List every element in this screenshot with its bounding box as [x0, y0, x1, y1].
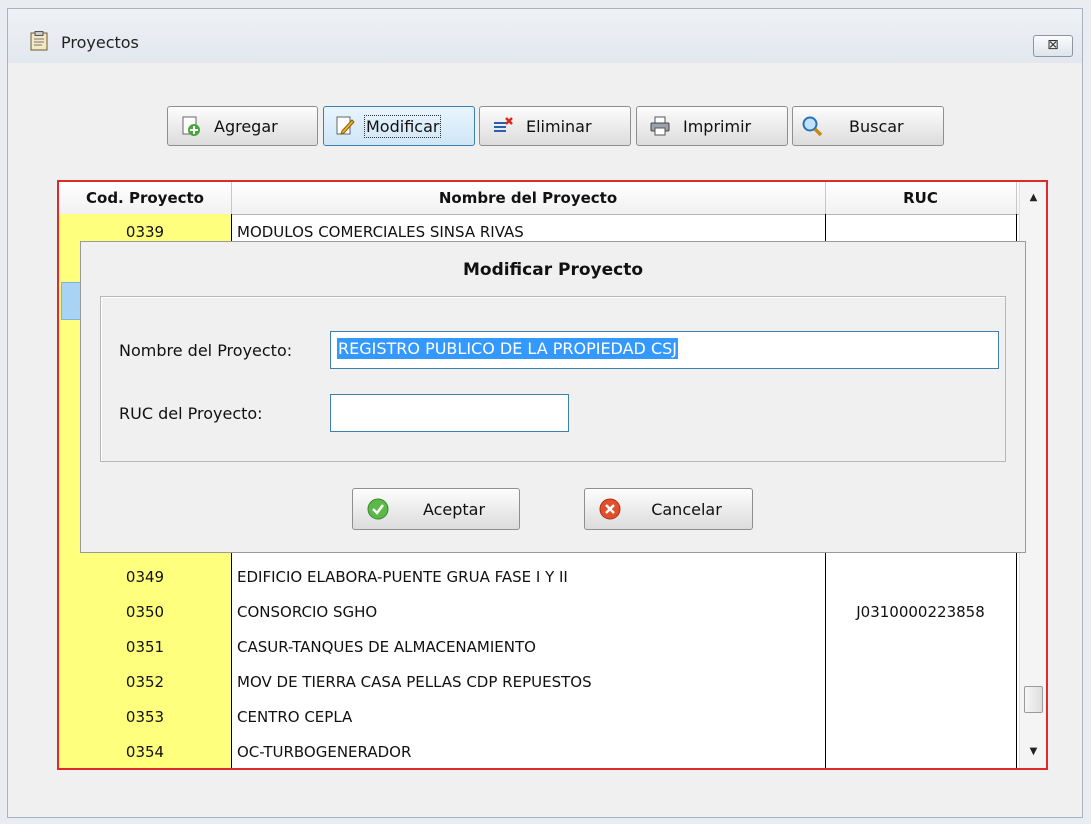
cancel-button[interactable]: Cancelar: [584, 488, 753, 530]
cell-code: 0352: [125, 673, 165, 691]
cell-code: 0354: [125, 743, 165, 761]
project-name-label: Nombre del Proyecto:: [119, 341, 293, 360]
cancel-button-label: Cancelar: [651, 499, 722, 519]
search-button-label: Buscar: [849, 116, 904, 136]
close-button[interactable]: ⊠: [1033, 35, 1073, 57]
modify-button[interactable]: Modificar: [323, 106, 475, 146]
scroll-thumb[interactable]: [1024, 686, 1043, 713]
scroll-up-arrow-icon[interactable]: ▲: [1020, 186, 1046, 210]
title-bar: Proyectos ⊠: [8, 9, 1082, 63]
close-icon: ⊠: [1047, 37, 1059, 53]
cancel-icon: [599, 498, 621, 520]
print-button-label: Imprimir: [683, 116, 752, 136]
clipboard-icon: [30, 31, 48, 51]
accept-button[interactable]: Aceptar: [352, 488, 520, 530]
dialog-title: Modificar Proyecto: [462, 260, 644, 280]
table-row[interactable]: 0352 MOV DE TIERRA CASA PELLAS CDP REPUE…: [59, 665, 1017, 700]
window-title: Proyectos: [61, 33, 139, 52]
table-row[interactable]: 0351 CASUR-TANQUES DE ALMACENAMIENTO: [59, 630, 1017, 665]
table-row[interactable]: 0350 CONSORCIO SGHO J0310000223858: [59, 595, 1017, 630]
projects-window: Proyectos ⊠ Agregar Modificar Eliminar I…: [7, 8, 1083, 818]
cell-code: 0351: [125, 638, 165, 656]
cell-name: OC-TURBOGENERADOR: [237, 743, 412, 761]
table-row[interactable]: 0349 EDIFICIO ELABORA-PUENTE GRUA FASE I…: [59, 560, 1017, 595]
table-row[interactable]: 0354 OC-TURBOGENERADOR: [59, 735, 1017, 768]
modify-project-dialog: Modificar Proyecto Nombre del Proyecto: …: [80, 241, 1026, 553]
header-name[interactable]: Nombre del Proyecto: [231, 182, 826, 214]
cell-name: CENTRO CEPLA: [237, 708, 353, 726]
header-code[interactable]: Cod. Proyecto: [59, 182, 232, 214]
modify-button-label: Modificar: [363, 114, 442, 138]
dialog-fields-panel: Nombre del Proyecto: REGISTRO PUBLICO DE…: [100, 296, 1006, 462]
delete-button[interactable]: Eliminar: [479, 106, 631, 146]
project-ruc-input[interactable]: [330, 394, 569, 432]
accept-button-label: Aceptar: [422, 499, 486, 519]
search-button[interactable]: Buscar: [792, 106, 944, 146]
grid-header: Cod. Proyecto Nombre del Proyecto RUC: [59, 182, 1021, 215]
add-document-icon: [182, 116, 200, 136]
add-button[interactable]: Agregar: [167, 106, 318, 146]
delete-button-label: Eliminar: [526, 116, 592, 136]
edit-document-icon: [336, 116, 355, 135]
project-ruc-label: RUC del Proyecto:: [119, 404, 263, 423]
cell-code: 0353: [125, 708, 165, 726]
header-ruc[interactable]: RUC: [825, 182, 1017, 214]
cell-name: MOV DE TIERRA CASA PELLAS CDP REPUESTOS: [237, 673, 592, 691]
delete-icon: [494, 117, 513, 132]
print-button[interactable]: Imprimir: [636, 106, 788, 146]
add-button-label: Agregar: [214, 116, 278, 136]
cell-name: CASUR-TANQUES DE ALMACENAMIENTO: [237, 638, 536, 656]
selected-text: REGISTRO PUBLICO DE LA PROPIEDAD CSJ: [337, 338, 678, 359]
printer-icon: [650, 116, 670, 136]
cell-ruc: J0310000223858: [856, 603, 985, 621]
search-icon: [802, 116, 823, 137]
check-icon: [367, 498, 389, 520]
cell-name: EDIFICIO ELABORA-PUENTE GRUA FASE I Y II: [237, 568, 568, 586]
cell-code: 0349: [125, 568, 165, 586]
cell-code: 0350: [125, 603, 165, 621]
row-selection-marker: [61, 282, 81, 320]
project-name-input[interactable]: REGISTRO PUBLICO DE LA PROPIEDAD CSJ: [330, 331, 999, 369]
cell-name: CONSORCIO SGHO: [237, 603, 378, 621]
table-row[interactable]: 0353 CENTRO CEPLA: [59, 700, 1017, 735]
scroll-down-arrow-icon[interactable]: ▼: [1020, 740, 1046, 764]
